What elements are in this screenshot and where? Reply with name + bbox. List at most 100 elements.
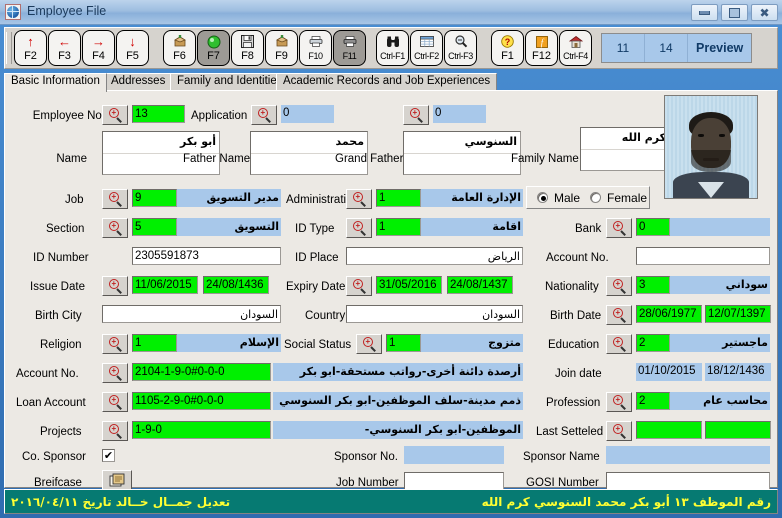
- name-value: أبو بكر: [103, 132, 219, 154]
- account-no-input[interactable]: 2104-1-9-0#0-0-0: [132, 363, 271, 381]
- education-code-input[interactable]: 2: [636, 334, 670, 352]
- status-edit-info: تعديل جمــال خــالد تاريخ ٢٠١٦/٠٤/١١: [11, 495, 230, 509]
- social-status-lookup-button[interactable]: +: [356, 334, 382, 354]
- id-type-lookup-button[interactable]: +: [346, 218, 372, 238]
- magnifier-plus-icon: +: [612, 337, 627, 352]
- section-code-input[interactable]: 5: [132, 218, 177, 236]
- administration-lookup-button[interactable]: +: [346, 189, 372, 209]
- profession-lookup-button[interactable]: +: [606, 392, 632, 412]
- toolbar-button-f8[interactable]: F8: [231, 30, 264, 66]
- issue-date-gregorian-input[interactable]: 11/06/2015: [132, 276, 198, 294]
- gender-female-radio[interactable]: [590, 192, 601, 203]
- projects-input[interactable]: 1-9-0: [132, 421, 271, 439]
- toolbar-button-f12[interactable]: f F12: [525, 30, 558, 66]
- birth-city-input[interactable]: السودان: [102, 305, 281, 323]
- birth-date-hijri-input[interactable]: 12/07/1397: [705, 305, 771, 323]
- tab-family-and-identities[interactable]: Family and Identities: [170, 73, 289, 91]
- id-place-label: ID Place: [295, 252, 338, 264]
- toolbar-button-f2[interactable]: ↑ F2: [14, 30, 47, 66]
- nationality-lookup-button[interactable]: +: [606, 276, 632, 296]
- toolbar-button-f9[interactable]: F9: [265, 30, 298, 66]
- toolbar-button-ctrl-f1[interactable]: Ctrl-F1: [376, 30, 409, 66]
- basic-information-panel: Employee No. + 13 Application + 0 + 0 Na…: [4, 90, 778, 488]
- toolbar-button-f6[interactable]: F6: [163, 30, 196, 66]
- administration-code-input[interactable]: 1: [376, 189, 421, 207]
- job-label: Job: [65, 194, 84, 206]
- join-date-gregorian-input[interactable]: 01/10/2015: [636, 363, 702, 381]
- tab-addresses[interactable]: Addresses: [104, 73, 172, 91]
- employee-no-lookup-button[interactable]: +: [102, 105, 128, 125]
- birth-date-lookup-button[interactable]: +: [606, 305, 632, 325]
- job-number-input[interactable]: [404, 472, 504, 490]
- profession-code-input[interactable]: 2: [636, 392, 670, 410]
- education-lookup-button[interactable]: +: [606, 334, 632, 354]
- birth-date-gregorian-input[interactable]: 28/06/1977: [636, 305, 702, 323]
- binoculars-icon: [386, 33, 400, 50]
- loan-account-lookup-button[interactable]: +: [102, 392, 128, 412]
- toolbar-button-f11[interactable]: F11: [333, 30, 366, 66]
- religion-lookup-button[interactable]: +: [102, 334, 128, 354]
- projects-lookup-button[interactable]: +: [102, 421, 128, 441]
- last-setteled-gregorian-input[interactable]: [636, 421, 702, 439]
- grand-father-input[interactable]: السنوسي: [403, 131, 521, 175]
- sponsor-no-input[interactable]: [404, 446, 504, 464]
- sponsor-name-label: Sponsor Name: [523, 451, 600, 463]
- id-type-code-input[interactable]: 1: [376, 218, 421, 236]
- issue-date-hijri-input[interactable]: 24/08/1436: [203, 276, 269, 294]
- bank-code-input[interactable]: 0: [636, 218, 670, 236]
- arrow-right-icon: →: [92, 33, 105, 50]
- toolbar-grip[interactable]: [6, 32, 12, 64]
- expiry-date-hijri-input[interactable]: 24/08/1437: [447, 276, 513, 294]
- preview-label[interactable]: Preview: [688, 34, 751, 62]
- toolbar-key-label: F2: [24, 50, 37, 62]
- co-sponsor-checkbox[interactable]: ✔: [102, 449, 115, 462]
- id-number-input[interactable]: 2305591873: [132, 247, 281, 265]
- application-right-lookup-button[interactable]: +: [403, 105, 429, 125]
- toolbar-button-f1[interactable]: ? F1: [491, 30, 524, 66]
- application-right-input[interactable]: 0: [433, 105, 486, 123]
- expiry-date-lookup-button[interactable]: +: [346, 276, 372, 296]
- employee-no-input[interactable]: 13: [132, 105, 185, 123]
- bank-lookup-button[interactable]: +: [606, 218, 632, 238]
- last-setteled-hijri-input[interactable]: [705, 421, 771, 439]
- magnifier-plus-icon: +: [409, 108, 424, 123]
- country-input[interactable]: السودان: [346, 305, 523, 323]
- section-lookup-button[interactable]: +: [102, 218, 128, 238]
- account-no-top-input[interactable]: [636, 247, 770, 265]
- id-place-input[interactable]: الرياض: [346, 247, 523, 265]
- minimize-button[interactable]: [691, 4, 718, 21]
- gender-male-radio[interactable]: [537, 192, 548, 203]
- toolbar-button-ctrl-f4[interactable]: Ctrl-F4: [559, 30, 592, 66]
- loan-account-input[interactable]: 1105-2-9-0#0-0-0: [132, 392, 271, 410]
- nationality-code-input[interactable]: 3: [636, 276, 670, 294]
- application-lookup-button[interactable]: +: [251, 105, 277, 125]
- gosi-number-input[interactable]: [606, 472, 770, 490]
- tab-basic-information[interactable]: Basic Information: [4, 73, 107, 92]
- job-lookup-button[interactable]: +: [102, 189, 128, 209]
- job-code-input[interactable]: 9: [132, 189, 177, 207]
- last-setteled-lookup-button[interactable]: +: [606, 421, 632, 441]
- account-no-lookup-button[interactable]: +: [102, 363, 128, 383]
- religion-code-input[interactable]: 1: [132, 334, 177, 352]
- toolbar-button-ctrl-f2[interactable]: Ctrl-F2: [410, 30, 443, 66]
- family-name-input[interactable]: كرم الله: [580, 127, 670, 171]
- function-fx-icon: f: [536, 33, 548, 50]
- maximize-button[interactable]: [721, 4, 748, 21]
- close-button[interactable]: ✖: [751, 4, 778, 21]
- sponsor-name-input[interactable]: [606, 446, 770, 464]
- toolbar-button-f10[interactable]: F10: [299, 30, 332, 66]
- issue-date-lookup-button[interactable]: +: [102, 276, 128, 296]
- toolbar-button-f5[interactable]: ↓ F5: [116, 30, 149, 66]
- job-description: مدير التسويق والمبيعات: [177, 189, 281, 207]
- toolbar-button-f4[interactable]: → F4: [82, 30, 115, 66]
- toolbar-button-ctrl-f3[interactable]: Ctrl-F3: [444, 30, 477, 66]
- toolbar-button-f7[interactable]: F7: [197, 30, 230, 66]
- religion-label: Religion: [40, 339, 82, 351]
- join-date-hijri-input[interactable]: 18/12/1436: [705, 363, 771, 381]
- tab-academic-records-and-job-experiences[interactable]: Academic Records and Job Experiences: [276, 73, 497, 91]
- expiry-date-gregorian-input[interactable]: 31/05/2016: [376, 276, 442, 294]
- social-status-code-input[interactable]: 1: [386, 334, 421, 352]
- application-input[interactable]: 0: [281, 105, 334, 123]
- country-label: Country: [305, 310, 345, 322]
- toolbar-button-f3[interactable]: ← F3: [48, 30, 81, 66]
